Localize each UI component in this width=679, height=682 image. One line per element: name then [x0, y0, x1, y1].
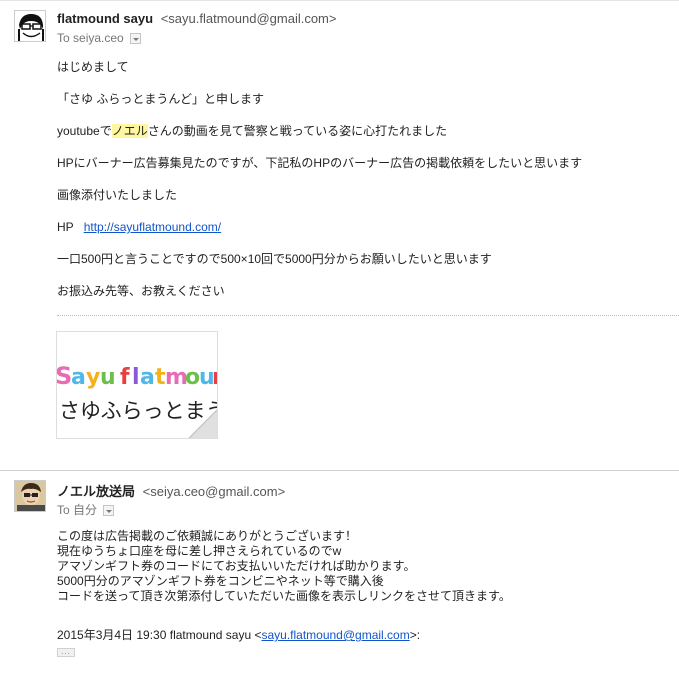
body-line: 5000円分のアマゾンギフト券をコンビニやネット等で購入後: [57, 574, 384, 588]
homepage-link[interactable]: http://sayuflatmound.com/: [84, 220, 221, 234]
svg-text:n: n: [212, 365, 217, 390]
banner-text-line1: S: [57, 362, 72, 390]
message-2: ノエル放送局 <seiya.ceo@gmail.com> To 自分 この度は広…: [0, 470, 679, 682]
svg-text:f: f: [120, 365, 130, 390]
svg-text:o: o: [185, 365, 200, 390]
quote-suffix: >:: [409, 628, 421, 642]
svg-text:u: u: [100, 365, 116, 390]
from-line: ノエル放送局 <seiya.ceo@gmail.com>: [57, 481, 285, 500]
sender-name[interactable]: flatmound sayu: [57, 11, 153, 26]
hp-label: HP: [57, 220, 74, 234]
sender-avatar-icon: [15, 481, 45, 511]
body-paragraph: お振込み先等、お教えください: [57, 284, 225, 298]
banner-text-line2: さゆふらっとまうんど: [59, 399, 217, 423]
quote-header: 2015年3月4日 19:30 flatmound sayu <sayu.fla…: [57, 626, 420, 643]
to-label: To: [57, 31, 70, 45]
body-paragraph: はじめまして: [57, 60, 129, 74]
svg-text:y: y: [86, 365, 100, 390]
highlighted-term: ノエル: [111, 124, 148, 138]
quote-prefix: 2015年3月4日 19:30 flatmound sayu <: [57, 628, 262, 642]
body-paragraph: 画像添付いたしました: [57, 188, 178, 202]
body-paragraph: HPにバーナー広告募集見たのですが、下記私のHPのバーナー広告の掲載依頼をしたい…: [57, 156, 583, 170]
body-paragraph: 一口500円と言うことですので500×10回で5000円分からお願いしたいと思い…: [57, 252, 492, 266]
svg-text:a: a: [71, 365, 86, 390]
to-line: To seiya.ceo: [57, 31, 142, 45]
body-line: 現在ゆうちょ口座を母に差し押さえられているのでw: [57, 544, 342, 558]
body-line: コードを送って頂き次第添付していただいた画像を表示しリンクをさせて頂きます。: [57, 589, 511, 603]
body-text: youtubeで: [57, 124, 112, 138]
svg-text:a: a: [140, 365, 155, 390]
attachment-thumbnail[interactable]: S a y u f l a t m o u n さゆふらっとまうんど: [56, 331, 218, 439]
show-trimmed-content-button[interactable]: ...: [57, 648, 75, 657]
to-recipient: seiya.ceo: [73, 31, 124, 45]
body-paragraph: 「さゆ ふらっとまうんど」と申します: [57, 92, 264, 106]
details-dropdown-icon[interactable]: [130, 33, 142, 45]
to-recipient: 自分: [73, 503, 98, 517]
body-line: この度は広告掲載のご依頼誠にありがとうございます！: [57, 529, 358, 543]
message-1: flatmound sayu <sayu.flatmound@gmail.com…: [0, 0, 679, 468]
sender-avatar[interactable]: [14, 480, 46, 512]
body-paragraph: HP http://sayuflatmound.com/: [57, 219, 672, 251]
message-body: この度は広告掲載のご依頼誠にありがとうございます！ 現在ゆうちょ口座を母に差し押…: [57, 529, 672, 604]
svg-text:l: l: [132, 365, 140, 390]
message-body: はじめまして 「さゆ ふらっとまうんど」と申します youtubeでノエルさんの…: [57, 59, 672, 315]
to-label: To: [57, 503, 70, 517]
sender-email: <seiya.ceo@gmail.com>: [142, 484, 286, 499]
quote-email-link[interactable]: sayu.flatmound@gmail.com: [261, 628, 409, 642]
sender-name[interactable]: ノエル放送局: [57, 484, 135, 499]
body-text: さんの動画を見て警察と戦っている姿に心打たれました: [147, 124, 448, 138]
sender-avatar-icon: [15, 11, 45, 41]
to-line: To 自分: [57, 501, 115, 518]
sender-email: <sayu.flatmound@gmail.com>: [160, 11, 337, 26]
body-line: アマゾンギフト券のコードにてお支払いいただければ助かります。: [57, 559, 416, 573]
attachment-divider: [57, 315, 679, 316]
details-dropdown-icon[interactable]: [103, 505, 115, 517]
body-paragraph: youtubeでノエルさんの動画を見て警察と戦っている姿に心打たれました: [57, 123, 672, 155]
banner-image: S a y u f l a t m o u n さゆふらっとまうんど: [57, 332, 217, 438]
from-line: flatmound sayu <sayu.flatmound@gmail.com…: [57, 11, 336, 26]
sender-avatar[interactable]: [14, 10, 46, 42]
